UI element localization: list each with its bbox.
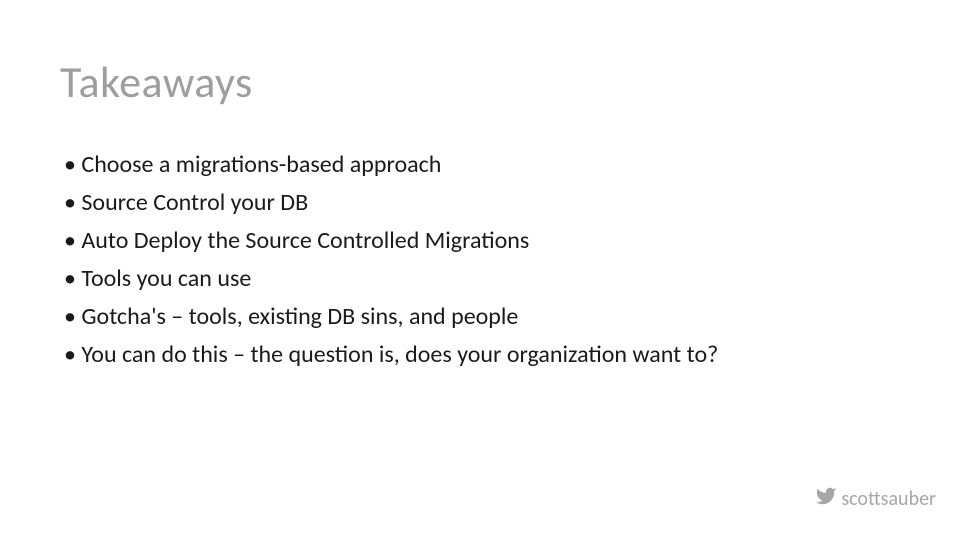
slide-title: Takeaways xyxy=(60,55,900,109)
twitter-handle: scottsauber xyxy=(841,487,936,511)
list-item: Tools you can use xyxy=(64,261,900,297)
list-item: Choose a migrations-based approach xyxy=(64,147,900,183)
list-item: You can do this – the question is, does … xyxy=(64,337,900,373)
list-item: Source Control your DB xyxy=(64,185,900,221)
bullet-list: Choose a migrations-based approach Sourc… xyxy=(60,147,900,373)
list-item: Auto Deploy the Source Controlled Migrat… xyxy=(64,223,900,259)
slide: Takeaways Choose a migrations-based appr… xyxy=(0,0,960,540)
twitter-icon xyxy=(815,485,837,512)
footer: scottsauber xyxy=(815,485,936,512)
list-item: Gotcha's – tools, existing DB sins, and … xyxy=(64,299,900,335)
